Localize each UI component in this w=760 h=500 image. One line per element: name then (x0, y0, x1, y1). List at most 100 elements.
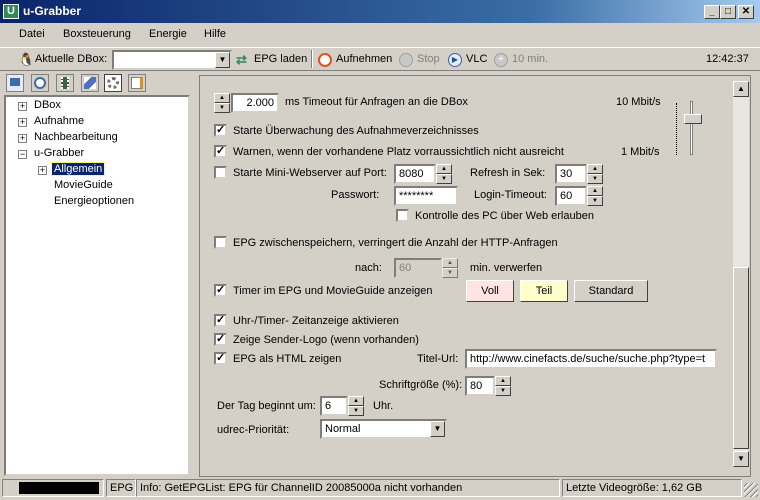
clock-icon[interactable] (31, 74, 49, 92)
window-title: u-Grabber (23, 4, 82, 18)
epghtml-checkbox[interactable]: ✓ (214, 352, 227, 365)
port-spinner[interactable]: ▲ ▼ (436, 164, 452, 184)
app-icon: U (3, 4, 19, 19)
gear-icon[interactable] (104, 74, 122, 92)
epgcache-label: EPG zwischenspeichern, verringert die An… (233, 237, 558, 249)
tree-item-movieguide[interactable]: MovieGuide (54, 179, 113, 191)
timeout-spinner[interactable]: ▲ ▼ (214, 93, 230, 113)
priority-label: udrec-Priorität: (217, 424, 290, 436)
logo-checkbox[interactable]: ✓ (214, 333, 227, 346)
webserver-label: Starte Mini-Webserver auf Port: (233, 167, 387, 179)
stop-button[interactable]: Stop (417, 53, 440, 65)
penguin-icon: 🐧 (18, 52, 35, 67)
status-video-size: Letzte Videogröße: 1,62 GB (562, 479, 742, 497)
progress-bar (19, 482, 99, 494)
warn-checkbox[interactable]: ✓ (214, 145, 227, 158)
expand-icon[interactable]: + (18, 102, 27, 111)
menu-energie[interactable]: Energie (149, 28, 187, 40)
rate-slider-ticks (676, 103, 682, 155)
tv-icon[interactable] (6, 74, 24, 92)
dbox-label: Aktuelle DBox: (35, 53, 108, 65)
timer-epg-label: Timer im EPG und MovieGuide anzeigen (233, 285, 433, 297)
webserver-checkbox[interactable] (214, 166, 227, 179)
vertical-scrollbar[interactable]: ▲ ▼ (733, 81, 749, 467)
close-button[interactable]: ✕ (738, 5, 754, 19)
settings-tree: + DBox + Aufnahme + Nachbearbeitung − u-… (4, 95, 190, 476)
menu-hilfe[interactable]: Hilfe (204, 28, 226, 40)
warn-label: Warnen, wenn der vorhandene Platz vorrau… (233, 146, 564, 158)
after-input[interactable]: 60 (394, 258, 442, 278)
toolbar-separator (311, 50, 313, 68)
dbox-select[interactable]: ▼ (112, 50, 232, 70)
epg-load-button[interactable]: EPG laden (254, 53, 307, 65)
priority-select[interactable]: Normal ▼ (320, 419, 447, 439)
plus-icon: + (494, 53, 508, 67)
record-icon (318, 53, 332, 67)
title-bar: U u-Grabber _ □ ✕ (0, 0, 760, 23)
vlc-button[interactable]: VLC (466, 53, 487, 65)
timer-button[interactable]: 10 min. (512, 53, 548, 65)
refresh-spinner[interactable]: ▲ ▼ (587, 164, 603, 184)
password-input[interactable]: ******** (394, 186, 458, 206)
notes-icon[interactable] (128, 74, 146, 92)
tree-item-aufnahme[interactable]: Aufnahme (34, 115, 84, 127)
timeout-input[interactable]: 2.000 (231, 93, 279, 113)
priority-select-value: Normal (325, 423, 361, 435)
fontsize-label: Schriftgröße (%): (379, 379, 463, 391)
refresh-input[interactable]: 30 (555, 164, 587, 184)
feather-icon[interactable] (81, 74, 99, 92)
expand-icon[interactable]: + (38, 166, 47, 175)
maximize-button[interactable]: □ (720, 5, 736, 19)
webcontrol-checkbox[interactable] (396, 209, 409, 222)
play-icon: ▶ (448, 53, 462, 67)
monitor-checkbox[interactable]: ✓ (214, 124, 227, 137)
after-label: nach: (355, 262, 382, 274)
menu-boxsteuerung[interactable]: Boxsteuerung (63, 28, 131, 40)
record-button[interactable]: Aufnehmen (336, 53, 392, 65)
chevron-down-icon[interactable]: ▼ (215, 52, 230, 68)
collapse-icon[interactable]: − (18, 150, 27, 159)
tree-item-nachbearbeitung[interactable]: Nachbearbeitung (34, 131, 118, 143)
part-button[interactable]: Teil (520, 280, 568, 302)
menu-bar: Datei Boxsteuerung Energie Hilfe (0, 25, 760, 45)
expand-icon[interactable]: + (18, 118, 27, 127)
rate-slider-track (690, 101, 693, 155)
tree-item-energieoptionen[interactable]: Energieoptionen (54, 195, 134, 207)
monitor-label: Starte Überwachung des Aufnahmeverzeichn… (233, 125, 479, 137)
rate-slider-thumb[interactable] (684, 114, 702, 124)
chevron-down-icon[interactable]: ▼ (430, 421, 445, 437)
toolbar: 🐧 Aktuelle DBox: ▼ ⇄ EPG laden Aufnehmen… (0, 47, 760, 71)
clock-display: 12:42:37 (706, 53, 749, 65)
fontsize-input[interactable]: 80 (465, 376, 495, 396)
tree-item-ugrabber[interactable]: u-Grabber (34, 147, 84, 159)
status-bar: EPG Info: GetEPGList: EPG für ChannelID … (0, 477, 760, 500)
clock-checkbox[interactable]: ✓ (214, 314, 227, 327)
expand-icon[interactable]: + (18, 134, 27, 143)
scroll-down-icon[interactable]: ▼ (733, 451, 749, 467)
tree-item-allgemein[interactable]: Allgemein (50, 162, 106, 176)
daystart-input[interactable]: 6 (320, 396, 348, 416)
film-icon[interactable] (56, 74, 74, 92)
minimize-button[interactable]: _ (704, 5, 720, 19)
full-button[interactable]: Voll (466, 280, 514, 302)
scrollbar-thumb[interactable] (733, 267, 749, 449)
menu-datei[interactable]: Datei (19, 28, 45, 40)
after-spinner[interactable]: ▲ ▼ (442, 258, 458, 278)
title-url-input[interactable]: http://www.cinefacts.de/suche/suche.php?… (465, 349, 717, 369)
scroll-up-icon[interactable]: ▲ (733, 81, 749, 97)
epgcache-checkbox[interactable] (214, 236, 227, 249)
resize-grip-icon[interactable] (744, 483, 758, 497)
timeout-label: ms Timeout für Anfragen an die DBox (285, 96, 468, 108)
login-timeout-input[interactable]: 60 (555, 186, 587, 206)
login-timeout-label: Login-Timeout: (474, 189, 547, 201)
fontsize-spinner[interactable]: ▲ ▼ (495, 376, 511, 396)
title-url-label: Titel-Url: (417, 353, 459, 365)
timer-epg-checkbox[interactable]: ✓ (214, 284, 227, 297)
daystart-label: Der Tag beginnt um: (217, 400, 316, 412)
port-input[interactable]: 8080 (394, 164, 436, 184)
rate-top-label: 10 Mbit/s (616, 96, 661, 108)
login-timeout-spinner[interactable]: ▲ ▼ (587, 186, 603, 206)
tree-item-dbox[interactable]: DBox (34, 99, 61, 111)
daystart-spinner[interactable]: ▲ ▼ (348, 396, 364, 416)
standard-button[interactable]: Standard (574, 280, 648, 302)
